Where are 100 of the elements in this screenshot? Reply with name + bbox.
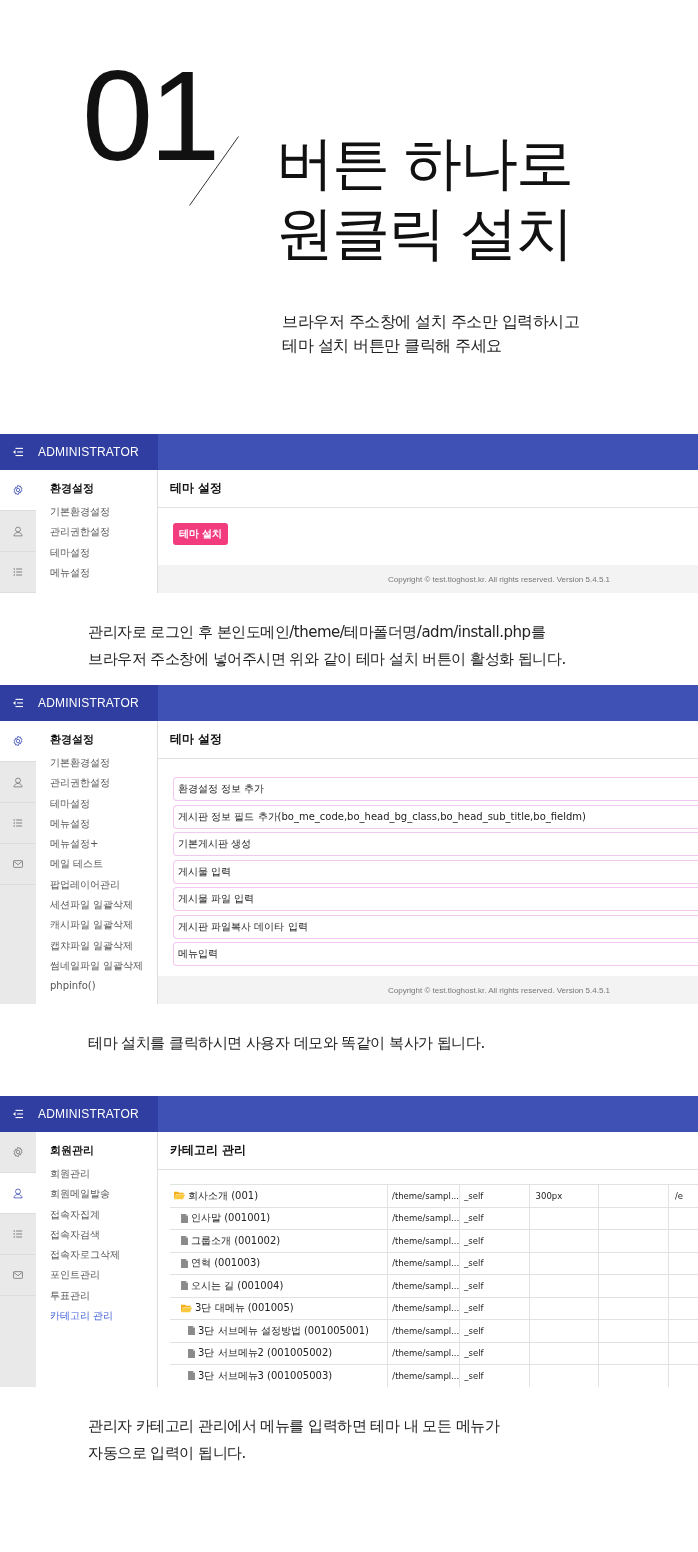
log-row: 게시판 파일복사 데이타 입력 (173, 914, 698, 939)
log-row: 게시물 입력 (173, 859, 698, 884)
mail-icon[interactable] (12, 1269, 24, 1281)
table-cell: 300px (535, 1190, 563, 1201)
table-cell: /theme/sampl... (392, 1348, 460, 1359)
table-cell: /theme/sampl... (392, 1370, 460, 1381)
table-cell: /theme/sampl... (392, 1235, 460, 1246)
brand-title: ADMINISTRATOR (38, 696, 139, 710)
menu-item[interactable]: 회원메일발송 (50, 1184, 157, 1205)
table-cell: _self (464, 1280, 484, 1291)
log-row: 메뉴입력 (173, 942, 698, 966)
menu-item[interactable]: 접속자로그삭제 (50, 1245, 157, 1266)
table-cell: /theme/sampl... (392, 1258, 460, 1269)
category-name: 인사말 (001001) (191, 1211, 271, 1226)
menu-item[interactable]: 메뉴설정 (50, 813, 157, 835)
file-icon (181, 1281, 188, 1291)
table-cell: _self (464, 1348, 484, 1359)
headline: 버튼 하나로 (276, 128, 574, 198)
menu-icon[interactable] (12, 698, 24, 708)
menu-item[interactable]: 접속자검색 (50, 1224, 157, 1246)
menu-item[interactable]: 기본환경설정 (50, 753, 157, 774)
menu-item[interactable]: 메일 테스트 (50, 854, 157, 875)
mail-icon[interactable] (12, 858, 24, 870)
menu-icon[interactable] (12, 447, 24, 457)
folder-icon (174, 1191, 185, 1201)
subtitle-text: 브라우저 주소창에 설치 주소만 입력하시고 (282, 311, 580, 333)
page-title: 테마 설정 (170, 480, 223, 497)
caption-text: 관리자로 로그인 후 본인도메인/theme/테마폴더명/adm/install.php를 (88, 622, 547, 643)
menu-item[interactable]: 썸네일파일 일괄삭제 (50, 955, 157, 977)
table-cell: /theme/sampl... (392, 1190, 459, 1201)
menu-item[interactable]: 세션파일 일괄삭제 (50, 895, 157, 916)
menu-item[interactable]: 관리권한설정 (50, 522, 157, 543)
table-cell: _self (464, 1370, 484, 1381)
category-name: 그룹소개 (001002) (191, 1233, 281, 1248)
category-name: 연혁 (001003) (191, 1256, 261, 1271)
file-icon (181, 1213, 188, 1223)
menu-item[interactable]: 테마설정 (50, 542, 157, 563)
table-cell: _self (464, 1258, 484, 1269)
file-icon (188, 1326, 195, 1336)
log-row: 게시물 파일 입력 (173, 887, 698, 911)
user-icon[interactable] (12, 525, 24, 537)
category-name: 3단 서브메뉴3 (001005003) (198, 1368, 333, 1383)
log-row: 게시판 정보 필드 추가(bo_me_code,bo_head_bg_class,bo_head_sub_title,bo_fieldm) (173, 804, 698, 829)
table-cell: _self (464, 1213, 484, 1224)
caption-text: 자동으로 입력이 됩니다. (88, 1442, 247, 1464)
log-row: 환경설정 정보 추가 (173, 777, 698, 801)
menu-title: 회원관리 (50, 1144, 95, 1158)
menu-item[interactable]: 관리권한설정 (50, 773, 157, 794)
folder-icon (181, 1303, 192, 1313)
copyright-text: Copyright © test.tloghost.kr. All rights reserved. Version 5.4.5.1 (388, 985, 610, 995)
settings-icon[interactable] (12, 484, 24, 496)
brand-title: ADMINISTRATOR (38, 445, 139, 459)
table-cell: /e (674, 1190, 683, 1201)
menu-title: 환경설정 (50, 733, 95, 747)
menu-item[interactable]: 카테고리 관리 (50, 1306, 157, 1327)
page-title: 테마 설정 (170, 731, 223, 748)
caption-text: 브라우저 주소창에 넣어주시면 위와 같이 테마 설치 버튼이 활성화 됩니다. (88, 649, 567, 670)
category-name: 회사소개 (001) (188, 1188, 259, 1203)
table-cell: _self (464, 1303, 484, 1314)
table-cell: _self (464, 1325, 484, 1336)
user-icon[interactable] (12, 776, 24, 788)
category-name: 3단 서브메뉴2 (001005002) (198, 1346, 333, 1361)
table-cell: _self (464, 1190, 484, 1201)
install-button[interactable]: 테마 설치 (173, 523, 229, 545)
log-row: 기본게시판 생성 (173, 832, 698, 856)
settings-icon[interactable] (12, 735, 24, 747)
table-cell: /theme/sampl... (392, 1325, 460, 1336)
file-icon (181, 1258, 188, 1268)
table-cell: /theme/sampl... (392, 1303, 460, 1314)
menu-item[interactable]: 메뉴설정+ (50, 834, 157, 855)
table-cell: /theme/sampl... (392, 1280, 460, 1291)
menu-item[interactable]: 접속자집계 (50, 1204, 157, 1225)
user-icon[interactable] (12, 1187, 24, 1199)
settings-icon[interactable] (12, 1146, 24, 1158)
menu-item[interactable]: 팝업레이어관리 (50, 874, 157, 896)
file-icon (188, 1371, 195, 1381)
caption-text: 테마 설치를 클릭하시면 사용자 데모와 똑같이 복사가 됩니다. (88, 1033, 486, 1054)
menu-item[interactable]: 기본환경설정 (50, 502, 157, 523)
menu-item[interactable]: 캡챠파일 일괄삭제 (50, 935, 157, 956)
menu-item[interactable]: 테마설정 (50, 793, 157, 814)
file-icon (181, 1236, 188, 1246)
file-icon (188, 1348, 195, 1358)
menu-item[interactable]: phpinfo() (50, 976, 157, 997)
copyright-text: Copyright © test.tloghost.kr. All rights reserved. Version 5.4.5.1 (388, 574, 610, 584)
table-cell: /theme/sampl... (392, 1213, 460, 1224)
menu-item[interactable]: 투표관리 (50, 1285, 157, 1307)
caption-text: 관리자 카테고리 관리에서 메뉴를 입력하면 테마 내 모든 메뉴가 (88, 1415, 501, 1437)
menu-title: 환경설정 (50, 482, 95, 496)
menu-item[interactable]: 캐시파일 일괄삭제 (50, 915, 157, 936)
page-title: 카테고리 관리 (170, 1142, 247, 1159)
category-name: 3단 대메뉴 (001005) (195, 1301, 294, 1316)
table-cell: _self (464, 1235, 484, 1246)
menu-icon[interactable] (12, 1109, 24, 1119)
menu-item[interactable]: 포인트관리 (50, 1265, 157, 1286)
category-name: 오시는 길 (001004) (191, 1278, 284, 1293)
brand-title: ADMINISTRATOR (38, 1107, 139, 1121)
category-name: 3단 서브메뉴 설정방법 (001005001) (198, 1323, 369, 1338)
menu-item[interactable]: 메뉴설정 (50, 562, 157, 584)
step-number: 01 (82, 52, 217, 180)
menu-item[interactable]: 회원관리 (50, 1164, 157, 1185)
